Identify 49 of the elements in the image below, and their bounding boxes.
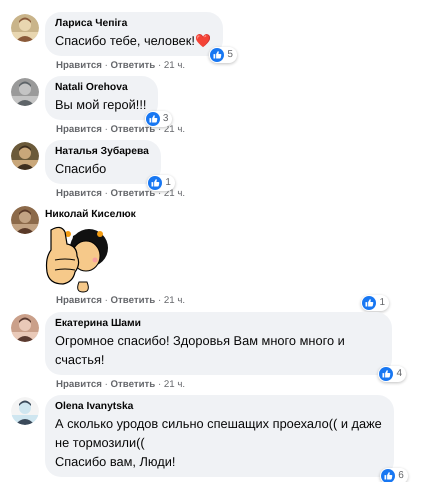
thumbs-up-icon [146, 112, 160, 126]
reaction-badge[interactable]: 5 [209, 47, 237, 63]
separator-dot: · [156, 60, 162, 71]
comment-text: Огромное спасибо! Здоровья Вам много много и [55, 332, 346, 350]
separator-dot: · [104, 188, 109, 199]
author-name[interactable]: Наталья Зубарева [55, 145, 149, 159]
separator-dot: · [156, 379, 162, 390]
like-link[interactable]: Нравится [56, 60, 102, 71]
reply-link[interactable]: Ответить [110, 295, 156, 306]
reaction-badge[interactable]: 6 [380, 468, 408, 482]
reply-link[interactable]: Ответить [110, 60, 156, 71]
separator-dot: · [104, 379, 109, 390]
reply-link[interactable]: Ответить [110, 188, 156, 199]
separator-dot: · [156, 188, 162, 199]
author-name[interactable]: Екатерина Шами [55, 317, 380, 331]
like-link[interactable]: Нравится [56, 295, 102, 306]
timestamp[interactable]: 21 ч. [164, 295, 186, 306]
reaction-badge[interactable]: 1 [361, 295, 389, 311]
timestamp[interactable]: 21 ч. [164, 60, 186, 71]
author-name[interactable]: Olena Ivanytska [55, 400, 382, 414]
thumbs-up-icon [379, 367, 394, 381]
author-name[interactable]: Николай Киселюк [45, 208, 136, 222]
separator-dot: · [156, 295, 162, 306]
reply-link[interactable]: Ответить [110, 124, 156, 135]
separator-dot: · [156, 124, 162, 135]
reaction-badge[interactable]: 3 [144, 111, 172, 127]
thumbs-up-icon [381, 469, 396, 482]
thumbs-up-icon [362, 296, 376, 310]
like-link[interactable]: Нравится [56, 188, 102, 199]
comment-text: Спасибо [55, 160, 108, 178]
timestamp[interactable]: 21 ч. [164, 379, 186, 390]
reaction-badge[interactable]: 1 [147, 175, 175, 191]
reply-link[interactable]: Ответить [110, 379, 156, 390]
like-link[interactable]: Нравится [56, 124, 102, 135]
comment-text: Спасибо вам, Люди! [55, 453, 176, 471]
like-link[interactable]: Нравится [56, 379, 102, 390]
comment-text: Спасибо тебе, человек!❤ [55, 32, 211, 50]
separator-dot: · [104, 295, 109, 306]
separator-dot: · [104, 124, 109, 135]
reaction-badge[interactable]: 4 [378, 366, 406, 382]
separator-dot: · [104, 60, 109, 71]
thumbs-up-icon [148, 176, 162, 190]
comment-text: счастья! [55, 351, 106, 369]
author-name[interactable]: Лариса Чепіга [55, 17, 211, 31]
comment-text: не тормозили(( [55, 434, 146, 452]
thumbs-up-icon [210, 48, 224, 62]
comment-text: А сколько уродов сильно спешащих проехало(( и даже [55, 415, 382, 433]
author-name[interactable]: Natali Orehova [55, 81, 146, 95]
comment-text: Вы мой герой!!! [55, 96, 146, 114]
